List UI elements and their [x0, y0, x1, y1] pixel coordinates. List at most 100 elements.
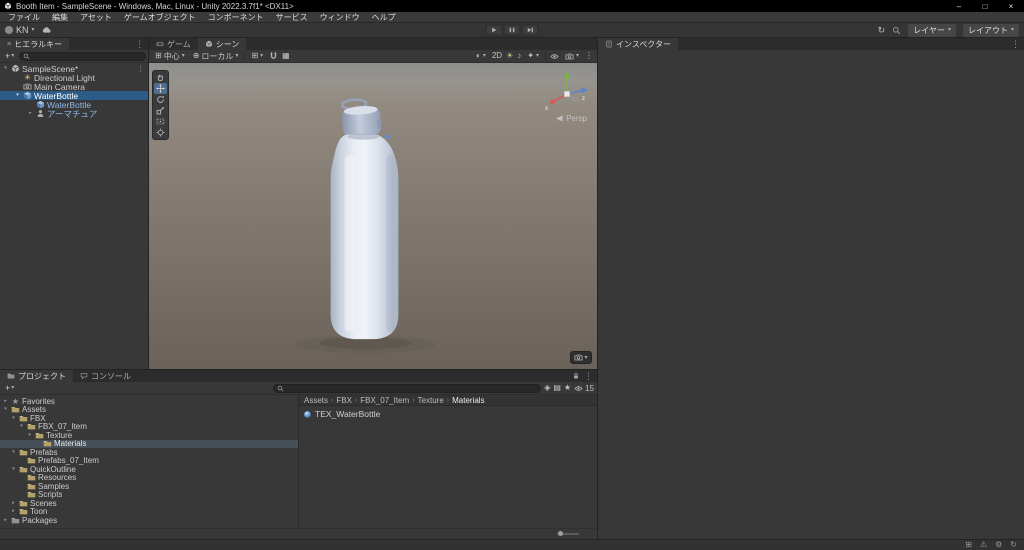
- expander-icon[interactable]: ▸: [10, 500, 17, 506]
- waterbottle-model[interactable]: [149, 63, 597, 369]
- project-row-assets[interactable]: ▾ Assets: [0, 405, 298, 414]
- hierarchy-search-input[interactable]: [32, 52, 143, 60]
- tab-hierarchy[interactable]: ≡ ヒエラルキー: [0, 38, 70, 50]
- undo-history-icon[interactable]: ↻: [878, 25, 886, 35]
- projection-toggle[interactable]: Persp: [556, 114, 587, 123]
- expander-icon[interactable]: ▸: [2, 398, 9, 404]
- add-gameobject-button[interactable]: + ▾: [3, 51, 16, 61]
- project-row-packages[interactable]: ▸ Packages: [0, 516, 298, 525]
- project-row-favorites[interactable]: ▸ ★ Favorites: [0, 397, 298, 406]
- rotate-tool[interactable]: [154, 94, 167, 105]
- account-dropdown[interactable]: KN ▾: [5, 25, 35, 35]
- project-search-field[interactable]: [273, 383, 542, 393]
- scene-lighting-toggle[interactable]: ☀: [506, 52, 513, 60]
- lock-icon[interactable]: [572, 372, 580, 380]
- favorites-filter-icon[interactable]: ★: [564, 384, 571, 392]
- effects-button[interactable]: ✦ ▾: [525, 52, 541, 60]
- menu-window[interactable]: ウィンドウ: [314, 12, 366, 22]
- project-row-prefabs[interactable]: ▾ Prefabs: [0, 448, 298, 457]
- project-row-texture[interactable]: ▾ Texture: [0, 431, 298, 440]
- search-by-label-icon[interactable]: ▤: [553, 384, 561, 392]
- scene-audio-toggle[interactable]: ♪: [517, 52, 521, 60]
- snap-increment-icon[interactable]: ▦: [282, 52, 290, 60]
- expander-icon[interactable]: ▸: [2, 517, 9, 523]
- expander-icon[interactable]: ▾: [10, 415, 17, 421]
- pivot-mode-button[interactable]: ⊞ 中心 ▾: [153, 51, 187, 62]
- project-row-scenes[interactable]: ▸ Scenes: [0, 499, 298, 508]
- menu-assets[interactable]: アセット: [74, 12, 118, 22]
- tab-scene[interactable]: シーン: [197, 38, 247, 50]
- project-search-input[interactable]: [286, 384, 538, 392]
- hierarchy-search-field[interactable]: [19, 51, 147, 61]
- search-by-type-icon[interactable]: ◈: [544, 384, 550, 392]
- grid-visibility-button[interactable]: ⊞ ▾: [249, 52, 265, 60]
- project-row-fbx-07-item[interactable]: ▾ FBX_07_Item: [0, 422, 298, 431]
- menu-file[interactable]: ファイル: [2, 12, 46, 22]
- expander-icon[interactable]: ▾: [14, 93, 21, 98]
- status-grid-icon[interactable]: ⊞: [965, 541, 972, 549]
- snap-magnet-icon[interactable]: [269, 52, 278, 61]
- panel-menu-icon[interactable]: ⋮: [135, 39, 144, 50]
- hidden-packages-toggle[interactable]: 15: [574, 384, 594, 393]
- expander-icon[interactable]: ▸: [10, 509, 17, 514]
- tab-game[interactable]: ゲーム: [149, 38, 198, 50]
- menu-gameobject[interactable]: ゲームオブジェクト: [118, 12, 202, 22]
- tab-project[interactable]: プロジェクト: [0, 370, 73, 382]
- scene-visibility-toggle[interactable]: [550, 52, 559, 61]
- rect-tool[interactable]: [154, 116, 167, 127]
- expander-icon[interactable]: ▾: [10, 466, 17, 472]
- cloud-services-button[interactable]: [41, 26, 52, 35]
- project-row-fbx[interactable]: ▾ FBX: [0, 414, 298, 423]
- shading-mode-button[interactable]: ◐ ▾: [474, 52, 488, 60]
- expander-icon[interactable]: ▾: [18, 424, 25, 429]
- breadcrumb-item[interactable]: FBX_07_Item: [360, 396, 409, 405]
- maximize-button[interactable]: □: [972, 0, 998, 12]
- menu-edit[interactable]: 編集: [46, 12, 74, 22]
- scene-camera-overlay-button[interactable]: ▾: [570, 351, 592, 364]
- layout-dropdown[interactable]: レイアウト ▾: [962, 23, 1019, 37]
- project-row-toon[interactable]: ▸ Toon: [0, 507, 298, 516]
- breadcrumb-item[interactable]: Assets: [304, 396, 328, 405]
- tab-console[interactable]: コンソール: [73, 370, 138, 382]
- expander-icon[interactable]: ▾: [2, 407, 9, 412]
- breadcrumb-item[interactable]: Texture: [418, 396, 444, 405]
- layers-dropdown[interactable]: レイヤー ▾: [908, 23, 956, 37]
- project-row-scripts[interactable]: Scripts: [0, 490, 298, 499]
- asset-item-tex-waterbottle[interactable]: TEX_WaterBottle: [303, 409, 593, 419]
- panel-menu-icon[interactable]: ⋮: [1011, 39, 1020, 50]
- slider-knob[interactable]: [558, 531, 563, 536]
- menu-services[interactable]: サービス: [270, 12, 314, 22]
- status-activity-icon[interactable]: ↻: [1010, 541, 1017, 549]
- scene-menu-icon[interactable]: ⋮: [585, 52, 593, 60]
- view-hand-tool[interactable]: [154, 72, 167, 83]
- expander-icon[interactable]: ▸: [27, 111, 34, 116]
- project-row-samples[interactable]: Samples: [0, 482, 298, 491]
- 2d-mode-toggle[interactable]: 2D: [492, 52, 502, 60]
- expander-icon[interactable]: ▾: [26, 432, 33, 438]
- move-tool[interactable]: [154, 83, 167, 94]
- menu-component[interactable]: コンポーネント: [202, 12, 270, 22]
- expander-icon[interactable]: ▾: [2, 66, 9, 71]
- close-button[interactable]: ×: [998, 0, 1024, 12]
- scene-viewport[interactable]: x z Persp ▾: [149, 63, 597, 369]
- orientation-mode-button[interactable]: ⊕ ローカル ▾: [191, 51, 241, 62]
- pause-button[interactable]: [503, 24, 521, 36]
- transform-tool[interactable]: [154, 127, 167, 138]
- search-icon[interactable]: [892, 26, 901, 35]
- add-asset-button[interactable]: + ▾: [3, 383, 16, 393]
- breadcrumb-item-current[interactable]: Materials: [452, 396, 484, 405]
- scene-orientation-gizmo[interactable]: x z: [543, 67, 589, 113]
- breadcrumb-item[interactable]: FBX: [336, 396, 352, 405]
- project-row-materials[interactable]: Materials: [0, 439, 298, 448]
- project-row-resources[interactable]: Resources: [0, 473, 298, 482]
- project-row-prefabs-07-item[interactable]: Prefabs_07_Item: [0, 456, 298, 465]
- scale-tool[interactable]: [154, 105, 167, 116]
- status-warning-icon[interactable]: ⚠: [980, 541, 987, 549]
- panel-menu-icon[interactable]: ⋮: [584, 371, 593, 382]
- expander-icon[interactable]: ▾: [10, 449, 17, 455]
- icon-size-slider[interactable]: [557, 531, 579, 536]
- menu-help[interactable]: ヘルプ: [366, 12, 402, 22]
- scene-camera-button[interactable]: ▾: [563, 52, 581, 61]
- scene-options-icon[interactable]: ⋮: [137, 65, 146, 73]
- play-button[interactable]: [485, 24, 503, 36]
